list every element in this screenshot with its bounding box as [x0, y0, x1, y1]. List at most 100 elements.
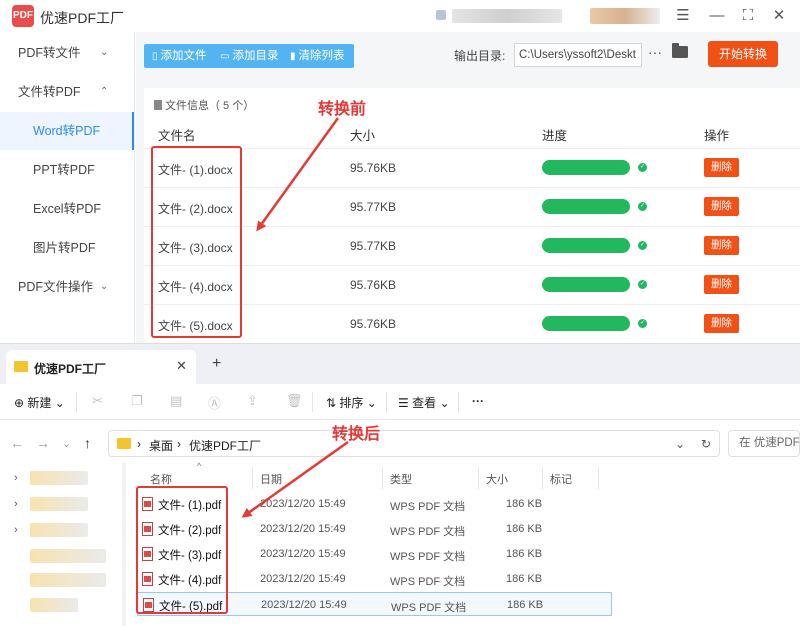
folder-icon [117, 438, 131, 449]
table-row: 文件- (4).docx 95.76KB ✓ 删除 [144, 265, 800, 304]
clear-list-button[interactable]: ▮ 清除列表 [290, 44, 345, 68]
delete-button[interactable]: 删除 [704, 275, 739, 294]
file-date: 2023/12/20 15:49 [260, 548, 346, 560]
divider [458, 392, 459, 412]
add-dir-label: 添加目录 [232, 50, 279, 62]
blurred-nav-item [30, 573, 106, 587]
check-icon: ✓ [638, 163, 647, 172]
file-count-label: 文件信息（ 5 个） [165, 100, 255, 112]
menu-icon[interactable]: ☰ [672, 5, 694, 27]
new-button[interactable]: ⊕ 新建 ⌄ [14, 394, 65, 411]
sidebar-item-label: 文件转PDF [18, 85, 81, 99]
paste-icon[interactable]: ▤ [170, 393, 182, 409]
refresh-icon[interactable]: ↻ [701, 437, 711, 451]
breadcrumb-folder[interactable]: 优速PDF工厂 [189, 437, 261, 454]
divider [312, 392, 313, 412]
file-size: 95.77KB [350, 239, 397, 253]
new-label: 新建 [27, 396, 52, 410]
sort-label: 排序 [339, 396, 364, 410]
share-icon[interactable]: ⇪ [247, 393, 258, 409]
up-arrow-icon[interactable]: ↑ [84, 435, 91, 451]
explorer-tab-bar: 优速PDF工厂 ✕ + [0, 344, 800, 384]
check-icon: ✓ [638, 319, 647, 328]
sidebar-item-pdf-operations[interactable]: PDF文件操作 ⌄ [0, 268, 134, 306]
delete-button[interactable]: 删除 [704, 314, 739, 333]
sidebar-item-label: PDF文件操作 [18, 280, 94, 294]
add-dir-button[interactable]: ▭ 添加目录 [220, 44, 278, 68]
sidebar-item-label: Excel转PDF [33, 202, 102, 216]
table-row: 文件- (5).docx 95.76KB ✓ 删除 [144, 304, 800, 343]
back-arrow-icon[interactable]: ← [10, 435, 24, 451]
progress-bar [542, 277, 630, 292]
sidebar-item-pdf-to-file[interactable]: PDF转文件 ⌄ [0, 34, 134, 72]
blurred-nav-item [30, 471, 88, 485]
sidebar-item-label: 图片转PDF [33, 241, 96, 255]
delete-button[interactable]: 删除 [704, 236, 739, 255]
divider [598, 467, 599, 489]
sort-button[interactable]: ⇅ 排序 ⌄ [326, 394, 377, 411]
blurred-nav-item [30, 598, 78, 612]
sidebar-item-file-to-pdf[interactable]: 文件转PDF ⌃ [0, 73, 134, 111]
clear-list-label: 清除列表 [298, 50, 345, 62]
file-date: 2023/12/20 15:49 [260, 498, 346, 510]
address-dropdown-icon[interactable]: ⌄ [675, 437, 685, 451]
minimize-button[interactable]: — [706, 5, 728, 27]
delete-icon[interactable]: 🗑 [286, 393, 303, 409]
breadcrumb-desktop[interactable]: 桌面 [149, 437, 173, 454]
view-label: 查看 [412, 396, 437, 410]
sidebar-item-image-to-pdf[interactable]: 图片转PDF [0, 229, 134, 267]
expand-chevron-icon[interactable]: › [14, 498, 18, 510]
file-size: 186 KB [506, 498, 543, 510]
nav-scrollbar[interactable] [122, 462, 126, 626]
sidebar-item-excel-to-pdf[interactable]: Excel转PDF [0, 190, 134, 228]
copy-icon[interactable]: ❐ [131, 393, 143, 409]
search-input[interactable]: 在 优速PDF工厂 [728, 430, 800, 457]
document-icon [154, 100, 162, 110]
start-convert-button[interactable]: 开始转换 [708, 41, 778, 67]
new-tab-button[interactable]: + [212, 355, 221, 373]
view-button[interactable]: ☰ 查看 ⌄ [398, 394, 450, 411]
column-header-name[interactable]: 名称 [150, 471, 172, 487]
file-size: 95.76KB [350, 317, 397, 331]
column-header-size[interactable]: 大小 [486, 471, 508, 487]
expand-chevron-icon[interactable]: › [14, 524, 18, 536]
blurred-nav-item [30, 549, 106, 563]
file-count-info: 文件信息（ 5 个） [154, 97, 254, 113]
forward-arrow-icon[interactable]: → [36, 435, 50, 451]
file-type: WPS PDF 文档 [390, 576, 466, 588]
progress-bar [542, 238, 630, 253]
address-bar[interactable]: › 桌面 › 优速PDF工厂 ⌄ ↻ [108, 430, 720, 457]
close-button[interactable]: ✕ [768, 5, 790, 27]
file-date: 2023/12/20 15:49 [260, 523, 346, 535]
open-folder-icon[interactable] [672, 43, 688, 58]
file-explorer-window: 优速PDF工厂 ✕ + ⊕ 新建 ⌄ ✂ ❐ ▤ Ⓐ ⇪ 🗑 ⇅ 排序 ⌄ ☰ … [0, 343, 800, 626]
sidebar-item-word-to-pdf[interactable]: Word转PDF [0, 112, 134, 150]
column-header-date[interactable]: 日期 [260, 471, 282, 487]
folder-icon [14, 361, 28, 372]
maximize-button[interactable]: ⛶ [737, 5, 759, 27]
sidebar-item-ppt-to-pdf[interactable]: PPT转PDF [0, 151, 134, 189]
delete-button[interactable]: 删除 [704, 197, 739, 216]
explorer-tab[interactable]: 优速PDF工厂 ✕ [6, 350, 196, 384]
file-toolbar: ▯ 添加文件 ▭ 添加目录 ▮ 清除列表 [144, 44, 354, 68]
more-button[interactable]: ··· [472, 394, 484, 408]
expand-chevron-icon[interactable]: › [14, 472, 18, 484]
column-header-tag[interactable]: 标记 [550, 471, 572, 487]
history-chevron-icon[interactable]: ⌄ [62, 437, 71, 450]
close-tab-icon[interactable]: ✕ [176, 358, 187, 374]
title-bar: PDF 优速PDF工厂 ☰ — ⛶ ✕ [0, 0, 800, 32]
divider [542, 467, 543, 489]
more-options-button[interactable]: ··· [648, 44, 662, 60]
file-date: 2023/12/20 15:49 [260, 573, 346, 585]
tab-title: 优速PDF工厂 [34, 362, 107, 376]
blurred-account-info [452, 9, 562, 23]
add-file-button[interactable]: ▯ 添加文件 [152, 44, 207, 68]
cut-icon[interactable]: ✂ [92, 393, 103, 409]
output-dir-field[interactable]: C:\Users\yssoft2\Deskt [514, 43, 642, 67]
check-icon: ✓ [638, 241, 647, 250]
sidebar: PDF转文件 ⌄ 文件转PDF ⌃ Word转PDF PPT转PDF Excel… [0, 32, 135, 343]
rename-icon[interactable]: Ⓐ [208, 393, 221, 412]
file-date: 2023/12/20 15:49 [261, 599, 347, 611]
column-header-type[interactable]: 类型 [390, 471, 412, 487]
delete-button[interactable]: 删除 [704, 158, 739, 177]
